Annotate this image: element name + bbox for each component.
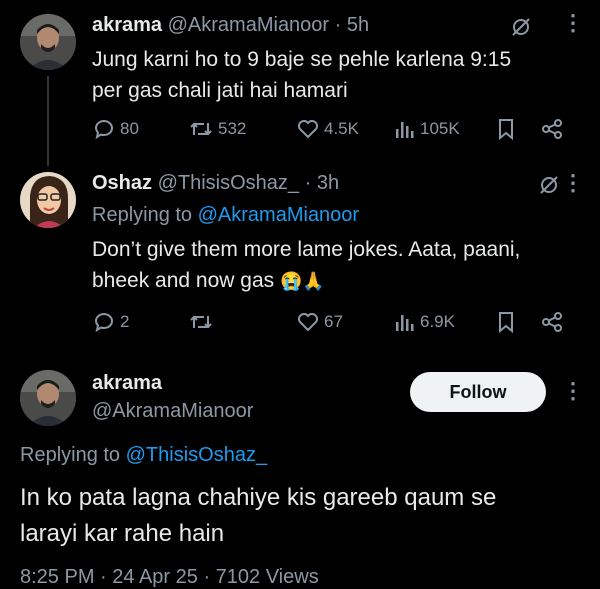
share-icon — [542, 119, 562, 139]
replying-to: Replying to @ThisisOshaz_ — [20, 444, 267, 467]
repost-icon — [190, 122, 212, 136]
views-button[interactable]: 105K — [394, 117, 460, 141]
share-icon — [542, 312, 562, 332]
avatar[interactable] — [20, 14, 76, 70]
follow-button[interactable]: Follow — [410, 372, 546, 412]
emoji-text: 😭🙏 — [279, 271, 325, 291]
repost-button[interactable]: 532 — [188, 117, 246, 141]
replying-to: Replying to @AkramaMianoor — [92, 204, 359, 227]
more-icon[interactable]: ⋮ — [562, 172, 584, 194]
action-bar: 80 532 4.5K 105K — [92, 117, 572, 143]
tweet-header: Oshaz @ThisisOshaz_ · 3h — [92, 172, 339, 195]
views-button[interactable]: 6.9K — [394, 310, 455, 334]
replying-to-handle[interactable]: @AkramaMianoor — [198, 204, 359, 226]
reply-button[interactable]: 2 — [92, 310, 129, 334]
tweet-header: akrama @AkramaMianoor · 5h — [92, 14, 369, 37]
replying-prefix: Replying to — [20, 444, 121, 466]
tweet-text-line: bheek and now gas — [92, 269, 275, 292]
timestamp[interactable]: · 5h — [335, 14, 369, 36]
like-icon — [298, 120, 318, 139]
avatar[interactable] — [20, 370, 76, 426]
views-count: 6.9K — [420, 312, 455, 331]
replying-to-handle[interactable]: @ThisisOshaz_ — [126, 444, 267, 466]
action-bar: 2 67 6.9K — [92, 310, 572, 336]
bookmark-icon — [499, 119, 513, 141]
tweet-text-line: Jung karni ho to 9 baje se pehle karlena… — [92, 48, 512, 71]
more-icon[interactable]: ⋮ — [562, 12, 584, 34]
timestamp[interactable]: · 3h — [305, 172, 339, 194]
like-button[interactable]: 4.5K — [296, 117, 359, 141]
tweet-text: Jung karni ho to 9 baje se pehle karlena… — [92, 44, 511, 106]
reply-button[interactable]: 80 — [92, 117, 139, 141]
tweet-1[interactable]: akrama @AkramaMianoor · 5h ⋮ Jung karni … — [0, 0, 600, 166]
views-icon — [396, 122, 414, 138]
tweet-text-line: In ko pata lagna chahiye kis gareeb qaum… — [20, 484, 497, 511]
tweet-text: Don’t give them more lame jokes. Aata, p… — [92, 234, 520, 297]
handle[interactable]: @AkramaMianoor — [168, 14, 329, 36]
reply-count: 2 — [120, 312, 130, 331]
display-name[interactable]: Oshaz — [92, 172, 152, 194]
share-button[interactable] — [540, 117, 564, 141]
like-count: 4.5K — [324, 119, 359, 138]
reply-icon — [94, 313, 113, 333]
repost-count: 532 — [218, 119, 247, 138]
bookmark-button[interactable] — [496, 310, 516, 334]
display-name[interactable]: akrama — [92, 14, 162, 36]
grok-icon[interactable] — [538, 174, 560, 201]
like-icon — [298, 313, 318, 332]
share-button[interactable] — [540, 310, 564, 334]
reply-count: 80 — [120, 119, 139, 138]
handle[interactable]: @AkramaMianoor — [92, 400, 253, 422]
grok-icon[interactable] — [510, 16, 532, 43]
like-button[interactable]: 67 — [296, 310, 343, 334]
display-name[interactable]: akrama — [92, 372, 162, 394]
tweet-meta: 8:25 PM · 24 Apr 25 · 7102 Views — [20, 566, 319, 588]
tweet-text-line: Don’t give them more lame jokes. Aata, p… — [92, 238, 521, 261]
bookmark-icon — [499, 312, 513, 334]
repost-button[interactable] — [188, 310, 218, 334]
views-icon — [396, 315, 414, 331]
avatar[interactable] — [20, 172, 76, 228]
views-count: 105K — [420, 119, 460, 138]
more-icon[interactable]: ⋮ — [562, 380, 584, 402]
display-name-row: akrama — [92, 372, 162, 395]
tweet-2[interactable]: Oshaz @ThisisOshaz_ · 3h ⋮ Replying to @… — [0, 160, 600, 350]
handle[interactable]: @ThisisOshaz_ — [158, 172, 299, 194]
handle-row: @AkramaMianoor — [92, 400, 253, 423]
bookmark-button[interactable] — [496, 117, 516, 141]
tweet-text: In ko pata lagna chahiye kis gareeb qaum… — [20, 480, 496, 552]
replying-prefix: Replying to — [92, 204, 193, 226]
like-count: 67 — [324, 312, 343, 331]
thread-line — [47, 76, 49, 166]
tweet-text-line: per gas chali jati hai hamari — [92, 79, 348, 102]
tweet-3-focused[interactable]: akrama @AkramaMianoor Follow ⋮ Replying … — [0, 350, 600, 588]
repost-icon — [190, 315, 212, 329]
reply-icon — [94, 120, 113, 140]
tweet-text-line: larayi kar rahe hain — [20, 520, 225, 547]
